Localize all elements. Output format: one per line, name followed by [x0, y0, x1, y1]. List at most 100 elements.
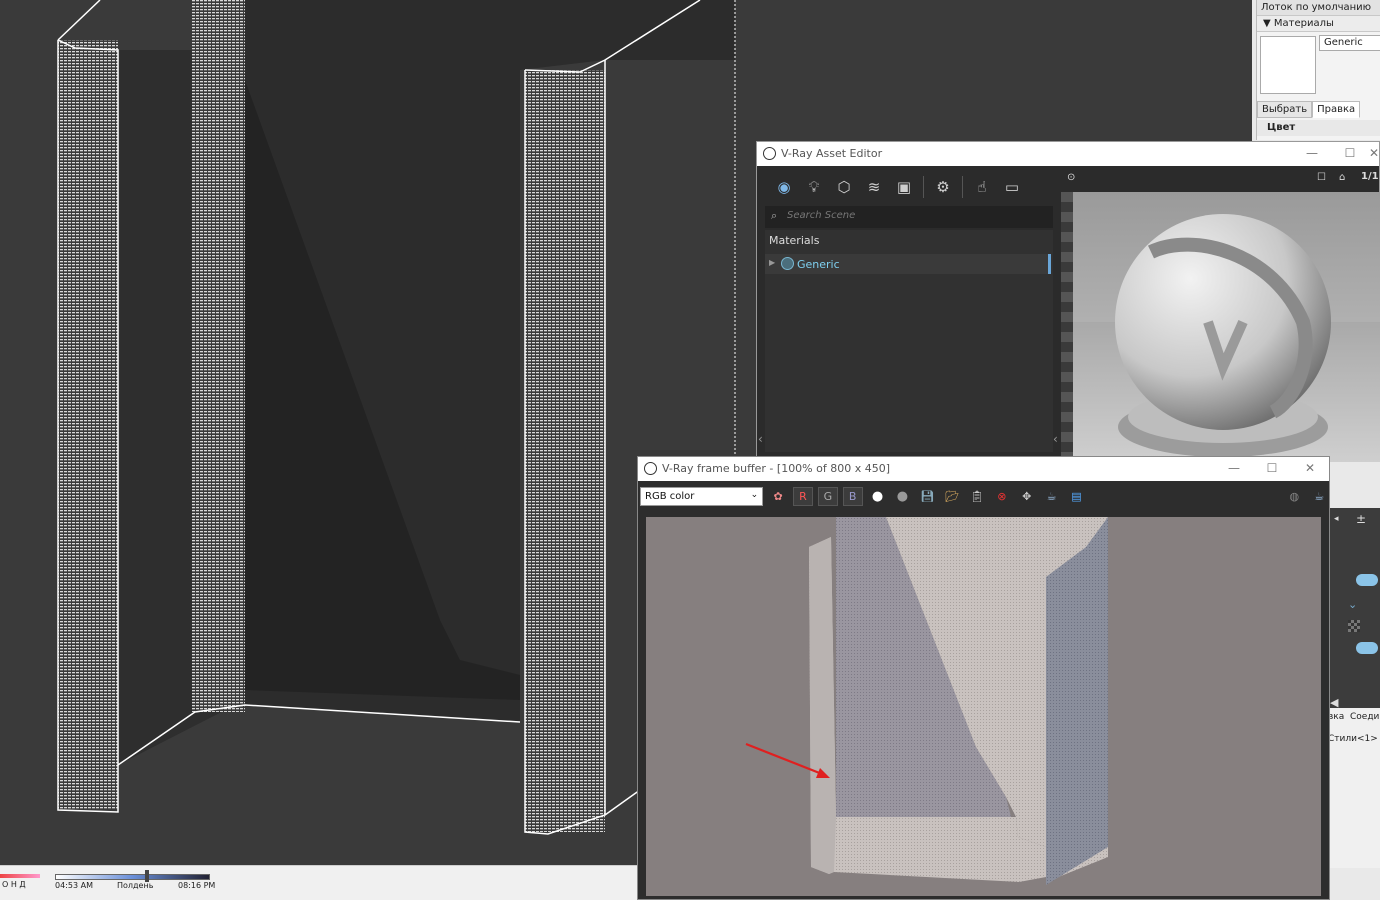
maximize-button[interactable]: ☐ [1331, 142, 1369, 166]
middle-column [192, 0, 245, 712]
minimize-button[interactable]: — [1293, 142, 1331, 166]
materials-icon[interactable]: ◉ [773, 176, 795, 198]
render-image-content [646, 517, 1321, 896]
list-item[interactable]: ▶ Generic [765, 254, 1051, 274]
side-panel-content: вка Соеди Стили<1> [1328, 708, 1380, 868]
shadow-timebar[interactable]: О Н Д 04:53 AM Полдень 08:16 PM [0, 865, 640, 900]
clipboard-icon[interactable]: 📋︎ [967, 487, 987, 506]
chevron-down-icon: ⌄ [750, 489, 759, 500]
color-mode-icon[interactable]: ✿ [768, 487, 788, 506]
month-slider-track[interactable] [0, 874, 40, 878]
add-icon[interactable]: ± [1356, 512, 1366, 526]
chevron-down-icon[interactable]: ⌄ [1348, 598, 1357, 611]
gray-circle-icon[interactable]: ● [893, 487, 913, 506]
annotation-arrow [745, 742, 830, 778]
red-channel-button[interactable]: R [793, 486, 813, 506]
save-icon[interactable]: 💾︎ [917, 487, 937, 506]
preview-fit-icon[interactable]: ☐ [1317, 172, 1326, 183]
preview-filmstrip [1061, 192, 1073, 462]
lights-icon[interactable]: 💡︎ [803, 176, 825, 198]
vfb-toolbar: RGB color ⌄ ✿ R G B ● ● 💾︎ 📂︎ 📋︎ ⊗ ✥ ☕︎ … [638, 483, 1329, 509]
asset-editor-title: V-Ray Asset Editor [781, 147, 883, 160]
search-icon: ⌕ [771, 209, 778, 222]
material-swatch[interactable] [1260, 36, 1316, 94]
time-start-label: 04:53 AM [55, 881, 93, 890]
close-button[interactable]: ✕ [1369, 142, 1379, 166]
tray-tabs: Выбрать Правка [1257, 101, 1380, 119]
styles-label: Стили<1> [1328, 734, 1378, 744]
region-render-icon[interactable]: ✥ [1017, 487, 1037, 506]
blue-channel-label: B [848, 489, 857, 503]
materials-list-header: Materials [769, 234, 820, 247]
clear-icon[interactable]: ⊗ [992, 487, 1012, 506]
green-channel-button[interactable]: G [817, 486, 838, 506]
material-preview [1073, 192, 1380, 462]
window-controls: — ☐ ✕ [1293, 142, 1379, 166]
toolbar-separator-2 [962, 176, 963, 198]
asset-editor-titlebar[interactable]: V-Ray Asset Editor — ☐ ✕ [757, 142, 1379, 166]
vfb-close-button[interactable]: ✕ [1291, 457, 1329, 481]
render-teapot-icon[interactable]: ☕︎ [1309, 487, 1329, 506]
collapse-right-icon[interactable]: ‹ [1053, 432, 1058, 446]
frame-buffer-icon[interactable]: ▭ [1001, 176, 1023, 198]
search-input[interactable]: ⌕ Search Scene [765, 206, 1053, 228]
render-image[interactable] [646, 517, 1321, 896]
preview-scene-icon[interactable]: ⌂ [1339, 172, 1345, 183]
lens-effects-icon[interactable]: ▤ [1067, 487, 1087, 506]
teapot-icon[interactable]: ☕︎ [1042, 487, 1062, 506]
vray-frame-buffer-window: V-Ray frame buffer - [100% of 800 x 450]… [637, 456, 1330, 900]
asset-toolbar: ◉ 💡︎ ⬡ ≋ ▣ ⚙ ☝ ▭ [765, 170, 1061, 204]
color-section-label: Цвет [1257, 120, 1380, 136]
vray-asset-editor-window: V-Ray Asset Editor — ☐ ✕ ◉ 💡︎ ⬡ ≋ ▣ ⚙ ☝ … [756, 141, 1380, 462]
time-slider-track[interactable] [55, 874, 210, 880]
open-folder-icon[interactable]: 📂︎ [942, 487, 962, 506]
month-labels: О Н Д [2, 880, 26, 889]
vfb-window-controls: — ☐ ✕ [1215, 457, 1329, 481]
textures-icon[interactable]: ▣ [893, 176, 915, 198]
preview-toolbar: ⊙ ☐ ⌂ 1/1 [1063, 170, 1380, 190]
white-circle-icon[interactable]: ● [868, 487, 888, 506]
stop-render-icon[interactable]: ◍ [1284, 487, 1304, 506]
side-panel: ◂ ± ⌄ ◀ вка Соеди Стили<1> [1328, 508, 1380, 868]
pin-icon[interactable]: ◂ [1334, 514, 1339, 524]
expand-arrow-icon[interactable]: ▶ [769, 258, 775, 267]
vfb-maximize-button[interactable]: ☐ [1253, 457, 1291, 481]
tab-edit[interactable]: Правка [1312, 101, 1361, 118]
settings-icon[interactable]: ⚙ [932, 176, 954, 198]
toggle-switch[interactable] [1356, 574, 1378, 586]
geometry-icon[interactable]: ⬡ [833, 176, 855, 198]
channel-select[interactable]: RGB color ⌄ [640, 486, 764, 506]
render-interactive-icon[interactable]: ☝ [971, 176, 993, 198]
vray-logo-icon [763, 147, 776, 160]
vfb-minimize-button[interactable]: — [1215, 457, 1253, 481]
blue-channel-button[interactable]: B [842, 486, 863, 506]
materials-list: Materials ▶ Generic [765, 230, 1053, 452]
preview-pin-icon[interactable]: ⊙ [1067, 172, 1075, 183]
material-item-label: Generic [797, 258, 840, 271]
materials-section-header[interactable]: ▼ Материалы [1257, 16, 1380, 32]
toggle-switch-2[interactable] [1356, 642, 1378, 654]
frame-buffer-titlebar[interactable]: V-Ray frame buffer - [100% of 800 x 450]… [638, 457, 1329, 481]
material-sphere-icon [781, 257, 794, 270]
toolbar-separator [923, 176, 924, 198]
tab-partial-a[interactable]: вка [1328, 712, 1344, 722]
collapse-left-icon[interactable]: ‹ [758, 432, 763, 446]
material-ball-image [1073, 214, 1380, 462]
noon-label: Полдень [117, 881, 154, 890]
checker-icon [1348, 620, 1360, 632]
material-name-field[interactable]: Generic [1319, 35, 1380, 51]
preview-ratio[interactable]: 1/1 [1361, 171, 1379, 182]
red-channel-label: R [799, 489, 807, 503]
vfb-logo-icon [644, 462, 657, 475]
right-column [525, 70, 605, 832]
default-tray: Лоток по умолчанию ▼ Материалы Generic В… [1256, 0, 1380, 140]
left-column [58, 40, 118, 810]
time-end-label: 08:16 PM [178, 881, 216, 890]
selection-indicator [1048, 254, 1051, 274]
layers-icon[interactable]: ≋ [863, 176, 885, 198]
search-placeholder: Search Scene [787, 210, 856, 221]
tray-title: Лоток по умолчанию [1257, 0, 1380, 16]
green-channel-label: G [823, 489, 833, 503]
tab-select[interactable]: Выбрать [1257, 101, 1313, 118]
tab-partial-b[interactable]: Соеди [1350, 712, 1379, 722]
